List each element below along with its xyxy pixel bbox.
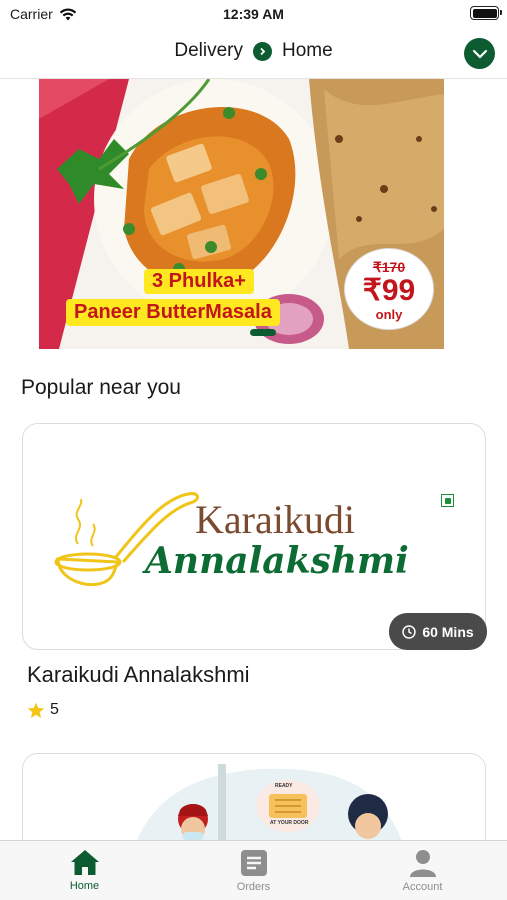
delivery-time-badge: 60 Mins	[389, 613, 487, 650]
delivery-mode-label: Delivery	[174, 40, 243, 61]
restaurant-rating: 5	[27, 701, 59, 719]
location-dropdown-button[interactable]	[464, 38, 495, 69]
app-screen: Carrier 12:39 AM Delivery Home 3 Phulka+…	[0, 0, 507, 900]
delivery-time: 60 Mins	[422, 623, 474, 640]
tab-home[interactable]: Home	[0, 841, 169, 900]
account-icon	[409, 850, 436, 877]
restaurant-name[interactable]: Karaikudi Annalakshmi	[27, 662, 250, 688]
tab-orders-label: Orders	[236, 881, 271, 893]
logo-line1: Karaikudi	[195, 497, 355, 542]
veg-icon	[441, 494, 454, 507]
price-note: only	[375, 307, 403, 322]
tab-home-label: Home	[69, 880, 100, 892]
top-header: Delivery Home	[0, 30, 507, 79]
orders-icon	[240, 850, 267, 876]
section-title: Popular near you	[21, 376, 181, 399]
promo-subtitle: Paneer ButterMasala	[66, 299, 280, 326]
tab-account-label: Account	[402, 881, 443, 893]
clock-icon	[402, 624, 417, 639]
delivery-location-label: Home	[281, 40, 333, 61]
logo-line2: Annalakshmi	[145, 540, 409, 582]
chevron-right-icon	[252, 41, 272, 61]
chevron-down-icon	[472, 49, 487, 59]
delivery-location-selector[interactable]: Delivery Home	[0, 40, 507, 62]
battery-icon	[470, 6, 502, 20]
promo-banner[interactable]: 3 Phulka+ Paneer ButterMasala ₹170 ₹99 o…	[39, 79, 444, 349]
tab-account[interactable]: Account	[338, 841, 507, 900]
status-bar: Carrier 12:39 AM	[0, 0, 507, 30]
ready-badge-top: READY	[275, 783, 293, 789]
bottom-tab-bar: Home Orders Account	[0, 840, 507, 900]
promo-title: 3 Phulka+	[144, 269, 254, 294]
restaurant-logo: Karaikudi Annalakshmi	[53, 484, 463, 594]
price-new: ₹99	[362, 274, 416, 307]
home-icon	[70, 850, 99, 875]
rating-value: 5	[50, 701, 59, 718]
price-badge: ₹170 ₹99 only	[345, 249, 433, 329]
carousel-indicator[interactable]	[250, 329, 276, 336]
ready-badge-bottom: AT YOUR DOOR	[270, 820, 309, 826]
tab-orders[interactable]: Orders	[169, 841, 338, 900]
status-time: 12:39 AM	[223, 6, 284, 22]
star-icon	[27, 702, 45, 718]
